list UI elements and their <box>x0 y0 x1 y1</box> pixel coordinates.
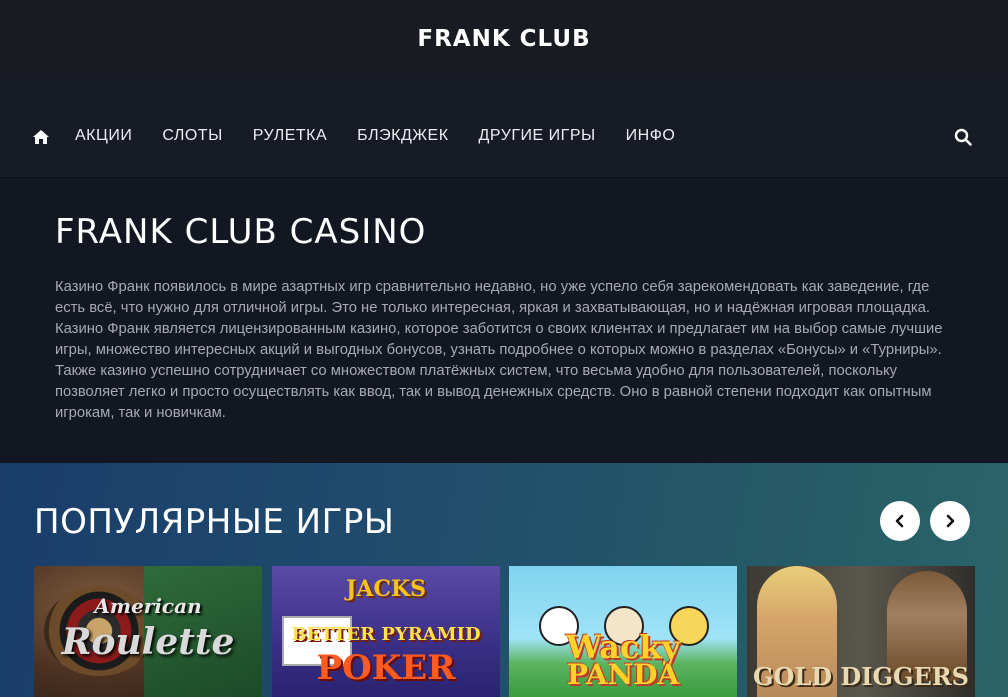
game-title-line: American <box>94 594 202 618</box>
nav-item-slots[interactable]: СЛОТЫ <box>162 127 222 145</box>
intro-text: Казино Франк появилось в мире азартных и… <box>55 279 943 421</box>
game-card-american-roulette[interactable]: American Roulette <box>34 566 262 697</box>
games-carousel: American Roulette JACKS BETTER PYRAMID P… <box>34 566 985 697</box>
nav-menu: АКЦИИ СЛОТЫ РУЛЕТКА БЛЭКДЖЕК ДРУГИЕ ИГРЫ… <box>75 127 705 145</box>
game-title-line: BETTER PYRAMID <box>291 624 481 645</box>
popular-games-section: ПОПУЛЯРНЫЕ ИГРЫ American Roulette JACKS … <box>0 463 1008 697</box>
search-icon[interactable] <box>954 128 972 146</box>
nav-item-roulette[interactable]: РУЛЕТКА <box>253 127 327 145</box>
chevron-left-icon <box>895 514 904 528</box>
chevron-right-icon <box>946 514 955 528</box>
carousel-prev-button[interactable] <box>880 501 920 541</box>
main-navigation: АКЦИИ СЛОТЫ РУЛЕТКА БЛЭКДЖЕК ДРУГИЕ ИГРЫ… <box>0 77 1008 178</box>
site-logo[interactable]: FRANK CLUB <box>417 26 590 52</box>
game-title-line: PANDA <box>566 658 680 691</box>
intro-section: FRANK CLUB CASINO Казино Франк появилось… <box>0 179 1008 463</box>
game-title-line: POKER <box>316 648 456 688</box>
nav-item-promotions[interactable]: АКЦИИ <box>75 127 132 145</box>
game-title-line: GOLD DIGGERS <box>752 662 970 691</box>
game-title-line: JACKS <box>346 576 426 602</box>
nav-item-blackjack[interactable]: БЛЭКДЖЕК <box>357 127 448 145</box>
section-title: ПОПУЛЯРНЫЕ ИГРЫ <box>34 502 395 542</box>
carousel-next-button[interactable] <box>930 501 970 541</box>
page-title: FRANK CLUB CASINO <box>55 212 427 252</box>
nav-item-info[interactable]: ИНФО <box>626 127 676 145</box>
game-card-jacks-pyramid-poker[interactable]: JACKS BETTER PYRAMID POKER <box>272 566 500 697</box>
game-title-line: Roulette <box>61 621 235 663</box>
game-card-gold-diggers[interactable]: GOLD DIGGERS <box>747 566 975 697</box>
home-icon[interactable] <box>31 127 51 147</box>
game-card-wacky-panda[interactable]: Wacky PANDA <box>509 566 737 697</box>
nav-item-other-games[interactable]: ДРУГИЕ ИГРЫ <box>479 127 596 145</box>
top-header: FRANK CLUB <box>0 0 1008 77</box>
